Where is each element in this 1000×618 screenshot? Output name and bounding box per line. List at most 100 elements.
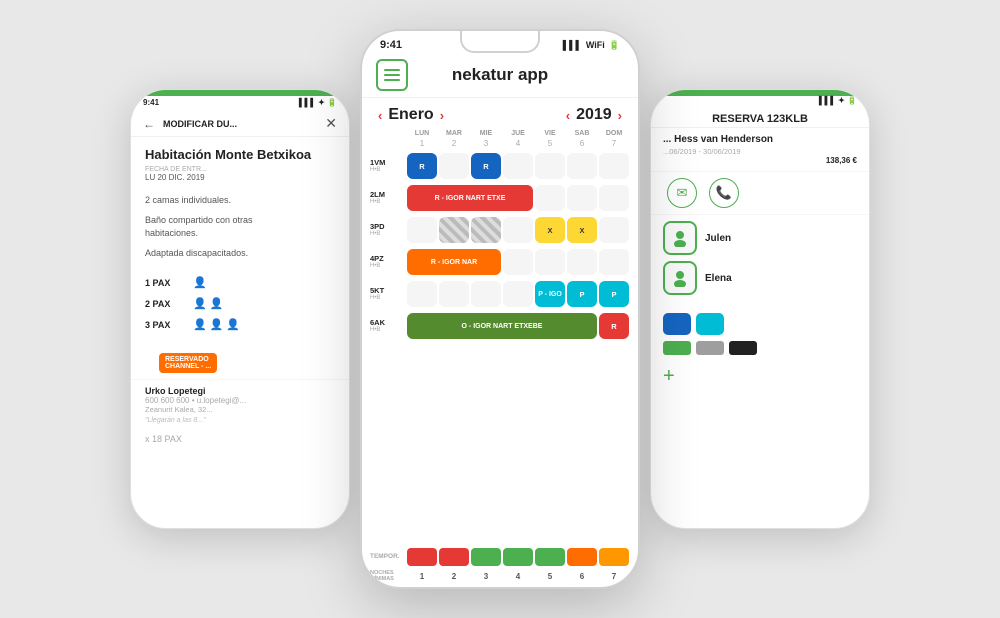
right-phone-btn[interactable]: 📞 bbox=[709, 178, 739, 208]
calendar-year: 2019 bbox=[576, 106, 612, 124]
left-back-btn[interactable]: ← bbox=[143, 117, 155, 131]
rooms-container: 1VM H•B R R 2LM H•B R - IGOR NART ETXE bbox=[362, 152, 638, 548]
cell-4pz-5[interactable] bbox=[535, 249, 565, 275]
right-reservation-id: RESERVA 123KLB bbox=[651, 109, 869, 128]
tempor-row: TEMPOR. bbox=[362, 548, 638, 566]
cell-2lm-7[interactable] bbox=[599, 185, 629, 211]
room-row-6ak: 6AK H•B O - IGOR NART ETXEBE R bbox=[370, 312, 630, 340]
cell-1vm-7[interactable] bbox=[599, 153, 629, 179]
left-user-quote: "Llegarán a las 8..." bbox=[145, 417, 335, 424]
cell-5kt-6[interactable]: P bbox=[567, 281, 597, 307]
room-type-6ak: H•B bbox=[370, 327, 406, 334]
span-2lm[interactable]: R - IGOR NART ETXE bbox=[407, 185, 533, 211]
noches-row: NOCHESMÍNIMAS 1 2 3 4 5 6 7 bbox=[362, 570, 638, 587]
cell-3pd-4[interactable] bbox=[503, 217, 533, 243]
noches-num-2: 2 bbox=[438, 572, 470, 581]
app-title: nekatur app bbox=[408, 65, 624, 85]
cell-5kt-3[interactable] bbox=[471, 281, 501, 307]
cell-3pd-5[interactable]: X bbox=[535, 217, 565, 243]
left-close-btn[interactable]: ✕ bbox=[325, 115, 337, 132]
right-plus-btn[interactable]: + bbox=[651, 359, 869, 394]
tempor-cell-7[interactable] bbox=[599, 548, 629, 566]
tempor-cell-1[interactable] bbox=[407, 548, 437, 566]
month-next-btn[interactable]: › bbox=[438, 108, 446, 123]
day-num-5: 5 bbox=[534, 139, 566, 148]
room-row-5kt: 5KT H•B P - IGO P P bbox=[370, 280, 630, 308]
cell-2lm-6[interactable] bbox=[567, 185, 597, 211]
cell-1vm-1[interactable]: R bbox=[407, 153, 437, 179]
month-prev-btn[interactable]: ‹ bbox=[376, 108, 384, 123]
noches-label: NOCHESMÍNIMAS bbox=[370, 570, 406, 583]
cell-5kt-1[interactable] bbox=[407, 281, 437, 307]
cell-5kt-4[interactable] bbox=[503, 281, 533, 307]
left-pax-row-2: 2 PAX 👤👤 bbox=[145, 297, 335, 310]
cell-2lm-5[interactable] bbox=[535, 185, 565, 211]
cell-5kt-7[interactable]: P bbox=[599, 281, 629, 307]
right-actions: ✉ 📞 bbox=[651, 171, 869, 215]
tempor-cell-6[interactable] bbox=[567, 548, 597, 566]
cell-1vm-4[interactable] bbox=[503, 153, 533, 179]
room-type-4pz: H•B bbox=[370, 263, 406, 270]
room-row-4pz: 4PZ H•B R - IGOR NAR bbox=[370, 248, 630, 276]
cell-3pd-2[interactable] bbox=[439, 217, 469, 243]
room-row-3pd: 3PD H•B X X bbox=[370, 216, 630, 244]
battery-icon: 🔋 bbox=[609, 40, 620, 51]
day-headers: LUN MAR MIE JUE VIE SAB DOM bbox=[362, 128, 638, 139]
cell-3pd-7[interactable] bbox=[599, 217, 629, 243]
right-email-btn[interactable]: ✉ bbox=[667, 178, 697, 208]
menu-line-3 bbox=[384, 79, 400, 81]
left-room-header: Habitación Monte Betxikoa FECHA DE ENTR.… bbox=[131, 137, 349, 186]
tempor-cell-2[interactable] bbox=[439, 548, 469, 566]
chip-green bbox=[663, 341, 691, 355]
menu-line-1 bbox=[384, 69, 400, 71]
span-5kt[interactable]: P - IGO bbox=[535, 281, 565, 307]
right-statusbar: ▌▌▌ ✦ 🔋 bbox=[651, 90, 869, 109]
cell-3pd-6[interactable]: X bbox=[567, 217, 597, 243]
right-dates: ...06/2019 - 30/06/2019 bbox=[651, 147, 869, 156]
span-6ak[interactable]: O - IGOR NART ETXEBE bbox=[407, 313, 597, 339]
chip-black bbox=[729, 341, 757, 355]
cell-6ak-7[interactable]: R bbox=[599, 313, 629, 339]
swatch-cyan bbox=[696, 313, 724, 335]
left-phone-green-bar bbox=[131, 90, 349, 96]
day-header-lun: LUN bbox=[406, 128, 438, 139]
span-4pz[interactable]: R - IGOR NAR bbox=[407, 249, 501, 275]
cell-3pd-1[interactable] bbox=[407, 217, 437, 243]
right-guest-full-name: ... Hess van Henderson bbox=[651, 128, 869, 147]
right-price: 138,36 € bbox=[651, 156, 869, 171]
cell-1vm-2[interactable] bbox=[439, 153, 469, 179]
tempor-cell-3[interactable] bbox=[471, 548, 501, 566]
year-next-btn[interactable]: › bbox=[616, 108, 624, 123]
left-phone: 9:41 ▌▌▌ ✦ 🔋 ← MODIFICAR DU... ✕ Habitac… bbox=[130, 89, 350, 529]
cell-1vm-3[interactable]: R bbox=[471, 153, 501, 179]
menu-button[interactable] bbox=[376, 59, 408, 91]
cell-4pz-6[interactable] bbox=[567, 249, 597, 275]
tempor-cell-5[interactable] bbox=[535, 548, 565, 566]
calendar-month: Enero bbox=[388, 106, 433, 124]
right-guest1-name: Julen bbox=[705, 233, 731, 244]
cell-5kt-2[interactable] bbox=[439, 281, 469, 307]
left-date-val: LU 20 DIC. 2019 bbox=[145, 173, 335, 182]
cell-1vm-6[interactable] bbox=[567, 153, 597, 179]
room-type-5kt: H•B bbox=[370, 295, 406, 302]
right-signal: ▌▌▌ ✦ 🔋 bbox=[819, 96, 857, 105]
left-header: ← MODIFICAR DU... ✕ bbox=[131, 111, 349, 137]
main-time: 9:41 bbox=[380, 39, 402, 51]
tempor-label: TEMPOR. bbox=[370, 553, 406, 560]
cell-4pz-7[interactable] bbox=[599, 249, 629, 275]
day-header-vie: VIE bbox=[534, 128, 566, 139]
year-prev-btn[interactable]: ‹ bbox=[564, 108, 572, 123]
cell-1vm-5[interactable] bbox=[535, 153, 565, 179]
room-type-1vm: H•B bbox=[370, 167, 406, 174]
right-guest-row-2: Elena bbox=[663, 261, 857, 295]
room-code-2lm: 2LM bbox=[370, 191, 406, 199]
noches-num-5: 5 bbox=[534, 572, 566, 581]
cell-3pd-3[interactable] bbox=[471, 217, 501, 243]
tempor-cell-4[interactable] bbox=[503, 548, 533, 566]
cell-4pz-4[interactable] bbox=[503, 249, 533, 275]
noches-num-6: 6 bbox=[566, 572, 598, 581]
left-user-phone: 600 600 600 • u.lopetegi@... bbox=[145, 396, 335, 405]
swatch-blue bbox=[663, 313, 691, 335]
day-numbers: 1 2 3 4 5 6 7 bbox=[362, 139, 638, 148]
left-pax-row-1: 1 PAX 👤 bbox=[145, 276, 335, 289]
